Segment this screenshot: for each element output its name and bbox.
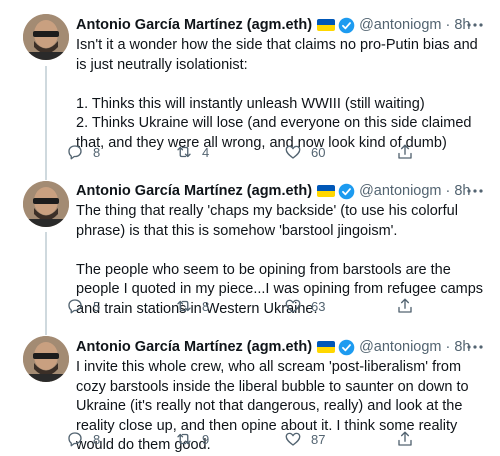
heart-icon xyxy=(285,299,301,313)
avatar[interactable] xyxy=(23,181,69,227)
thread-line xyxy=(45,232,47,328)
thread-line xyxy=(45,66,47,171)
tweet-paragraph: The thing that really 'chaps my backside… xyxy=(76,203,458,239)
more-horizontal-icon[interactable] xyxy=(464,181,486,201)
share-button[interactable] xyxy=(396,295,414,317)
tweet-header: Antonio García Martínez (agm.eth) @anton… xyxy=(76,181,486,201)
tweet[interactable]: Antonio García Martínez (agm.eth) @anton… xyxy=(0,171,500,328)
reply-button[interactable]: 5 xyxy=(66,295,100,317)
retweet-icon xyxy=(177,146,191,158)
ukraine-flag-icon xyxy=(317,185,336,197)
thread-line xyxy=(45,328,47,335)
retweet-icon xyxy=(177,300,191,312)
reply-count: 8 xyxy=(93,431,101,447)
share-icon xyxy=(398,298,412,313)
share-icon xyxy=(398,144,412,159)
author-name[interactable]: Antonio García Martínez (agm.eth) xyxy=(76,183,312,199)
like-button[interactable]: 87 xyxy=(284,428,325,450)
tweet-paragraph: 1. Thinks this will instantly unleash WW… xyxy=(76,95,425,112)
ukraine-flag-icon xyxy=(317,341,336,353)
tweet-header: Antonio García Martínez (agm.eth) @anton… xyxy=(76,337,486,357)
heart-icon xyxy=(285,432,301,446)
avatar[interactable] xyxy=(23,14,69,60)
separator: · xyxy=(445,17,451,33)
separator: · xyxy=(445,183,451,199)
retweet-button[interactable]: 4 xyxy=(175,141,209,163)
reply-button[interactable]: 8 xyxy=(66,141,100,163)
verified-badge-icon xyxy=(338,339,355,355)
retweet-button[interactable]: 9 xyxy=(175,428,209,450)
reply-button[interactable]: 8 xyxy=(66,428,100,450)
heart-icon xyxy=(285,145,301,159)
share-button[interactable] xyxy=(396,141,414,163)
separator: · xyxy=(445,339,451,355)
like-count: 60 xyxy=(311,144,326,160)
author-handle[interactable]: @antoniogm xyxy=(359,339,441,355)
tweet-header: Antonio García Martínez (agm.eth) @anton… xyxy=(76,15,486,35)
like-count: 87 xyxy=(311,431,326,447)
tweet-paragraph: Isn't it a wonder how the side that clai… xyxy=(76,37,478,73)
retweet-button[interactable]: 8 xyxy=(175,295,209,317)
retweet-count: 4 xyxy=(202,144,210,160)
tweet[interactable]: Antonio García Martínez (agm.eth) @anton… xyxy=(0,0,500,171)
retweet-count: 8 xyxy=(202,298,210,314)
more-horizontal-icon[interactable] xyxy=(464,337,486,357)
share-button[interactable] xyxy=(396,428,414,450)
author-handle[interactable]: @antoniogm xyxy=(359,183,441,199)
tweet-actions: 8 4 60 xyxy=(66,141,426,163)
author-handle[interactable]: @antoniogm xyxy=(359,17,441,33)
thread-line xyxy=(45,171,47,180)
like-button[interactable]: 60 xyxy=(284,141,325,163)
author-name[interactable]: Antonio García Martínez (agm.eth) xyxy=(76,17,312,33)
reply-count: 5 xyxy=(93,298,101,314)
retweet-icon xyxy=(177,433,191,445)
more-horizontal-icon[interactable] xyxy=(464,15,486,35)
tweet-actions: 8 9 87 xyxy=(66,428,426,450)
author-name[interactable]: Antonio García Martínez (agm.eth) xyxy=(76,339,312,355)
ukraine-flag-icon xyxy=(317,19,336,31)
tweet-actions: 5 8 63 xyxy=(66,295,426,317)
verified-badge-icon xyxy=(338,183,355,199)
tweet-text: Isn't it a wonder how the side that clai… xyxy=(76,36,488,153)
retweet-count: 9 xyxy=(202,431,210,447)
reply-icon xyxy=(68,432,82,447)
reply-icon xyxy=(68,145,82,160)
tweet[interactable]: Antonio García Martínez (agm.eth) @anton… xyxy=(0,328,500,454)
avatar[interactable] xyxy=(23,336,69,382)
verified-badge-icon xyxy=(338,17,355,33)
reply-count: 8 xyxy=(93,144,101,160)
share-icon xyxy=(398,431,412,446)
like-button[interactable]: 63 xyxy=(284,295,325,317)
like-count: 63 xyxy=(311,298,326,314)
reply-icon xyxy=(68,299,82,314)
